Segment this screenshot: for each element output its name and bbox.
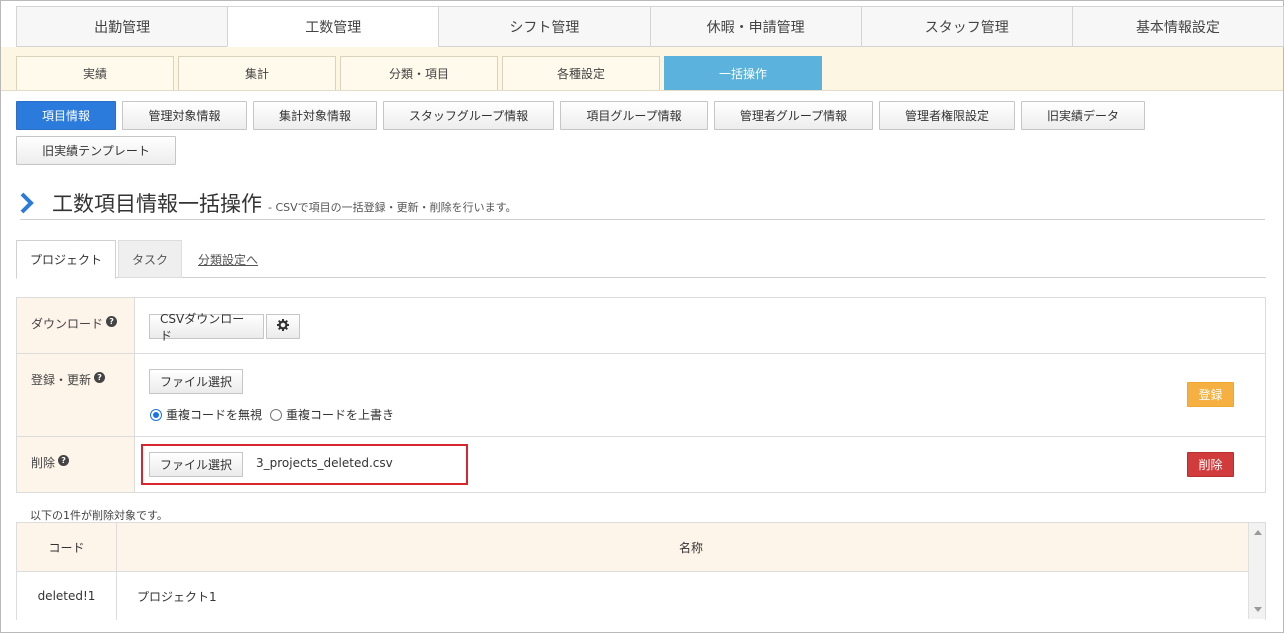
chevron-right-icon [20,192,40,216]
staff-group-button[interactable]: スタッフグループ情報 [383,101,554,130]
table-scrollbar[interactable] [1248,523,1265,619]
admin-permission-button[interactable]: 管理者権限設定 [879,101,1015,130]
download-label: ダウンロード ? [17,298,135,353]
column-header-code: コード [17,523,117,571]
sub-nav: 実績 集計 分類・項目 各種設定 一括操作 [16,56,822,90]
cell-name: プロジェクト1 [137,589,217,604]
nav-tab-staff[interactable]: スタッフ管理 [860,6,1072,47]
radio-ignore-duplicates[interactable] [150,408,162,421]
nav-tab-shift[interactable]: シフト管理 [438,6,650,47]
delete-target-note: 以下の1件が削除対象です。 [30,509,168,522]
gear-button[interactable] [266,314,300,339]
subnav-tab-results[interactable]: 実績 [16,56,174,90]
aggregate-target-button[interactable]: 集計対象情報 [253,101,377,130]
item-info-button[interactable]: 項目情報 [16,101,116,130]
radio-overwrite-label: 重複コードを上書き [286,408,395,422]
table-row: deleted!1 プロジェクト1 [17,572,1265,620]
nav-tab-manhours[interactable]: 工数管理 [227,6,439,47]
content-tabs: プロジェクト タスク 分類設定へ [16,240,1266,279]
main-nav: 出勤管理 工数管理 シフト管理 休暇・申請管理 スタッフ管理 基本情報設定 [16,6,1284,47]
register-row: 登録・更新 ? ファイル選択 重複コードを無視 重複コードを上書き 登録 [17,354,1265,437]
help-icon[interactable]: ? [58,455,70,466]
cell-code: deleted!1 [17,572,117,620]
register-button[interactable]: 登録 [1187,382,1234,407]
delete-label: 削除 ? [17,437,135,492]
page-title: 工数項目情報一括操作 [52,192,262,216]
item-group-button[interactable]: 項目グループ情報 [560,101,708,130]
register-file-button[interactable]: ファイル選択 [149,369,243,394]
managed-target-button[interactable]: 管理対象情報 [122,101,247,130]
download-row: ダウンロード ? CSVダウンロード [17,298,1265,354]
subnav-tab-aggregate[interactable]: 集計 [178,56,336,90]
column-header-name: 名称 [678,540,703,555]
subnav-tab-category[interactable]: 分類・項目 [340,56,498,90]
table-header: コード 名称 [17,523,1265,572]
nav-tab-leave[interactable]: 休暇・申請管理 [649,6,861,47]
selected-filename: 3_projects_deleted.csv [256,456,393,470]
function-buttons: 項目情報 管理対象情報 集計対象情報 スタッフグループ情報 項目グループ情報 管… [16,101,1156,165]
delete-target-table: コード 名称 deleted!1 プロジェクト1 [16,522,1266,620]
scroll-up-icon[interactable] [1254,530,1262,535]
page-heading: 工数項目情報一括操作 - CSVで項目の一括登録・更新・削除を行います。 [20,190,1265,220]
tab-task[interactable]: タスク [118,240,183,278]
subnav-tab-config[interactable]: 各種設定 [502,56,660,90]
bulk-form: ダウンロード ? CSVダウンロード 登録・更新 ? ファイル選択 重複コードを… [16,297,1266,493]
tab-project[interactable]: プロジェクト [16,240,117,279]
gear-icon [277,319,289,334]
subnav-tab-bulk[interactable]: 一括操作 [664,56,822,90]
old-results-button[interactable]: 旧実績データ [1021,101,1145,130]
radio-ignore-label: 重複コードを無視 [166,408,263,422]
category-settings-link[interactable]: 分類設定へ [184,240,272,278]
scroll-down-icon[interactable] [1254,607,1262,612]
delete-button[interactable]: 削除 [1187,452,1234,477]
delete-file-button[interactable]: ファイル選択 [149,452,243,477]
nav-tab-attendance[interactable]: 出勤管理 [16,6,228,47]
old-template-button[interactable]: 旧実績テンプレート [16,136,176,165]
csv-download-button[interactable]: CSVダウンロード [149,312,264,343]
radio-overwrite-duplicates[interactable] [270,408,283,421]
help-icon[interactable]: ? [106,316,118,327]
delete-row: 削除 ? ファイル選択 3_projects_deleted.csv 削除 [17,437,1265,492]
duplicate-options: 重複コードを無視 重複コードを上書き [150,406,394,423]
help-icon[interactable]: ? [94,372,106,383]
page-subtitle: - CSVで項目の一括登録・更新・削除を行います。 [268,201,517,214]
nav-tab-settings[interactable]: 基本情報設定 [1071,6,1284,47]
register-label: 登録・更新 ? [17,354,135,436]
admin-group-button[interactable]: 管理者グループ情報 [714,101,873,130]
